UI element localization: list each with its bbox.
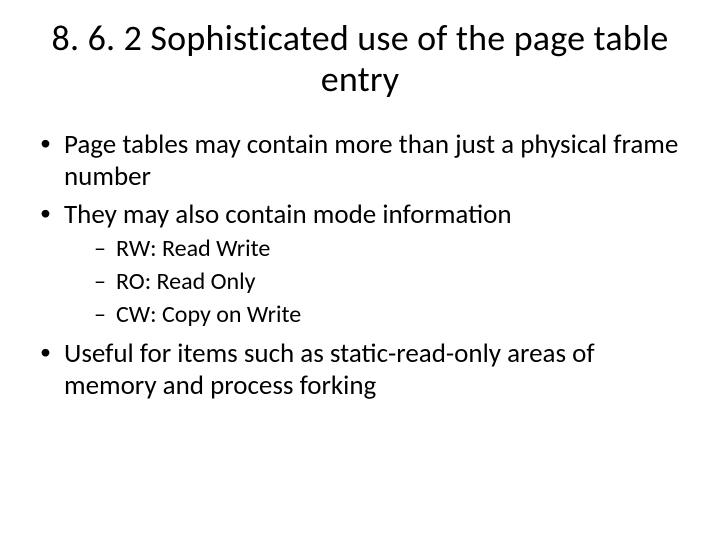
sub-bullet-item: RO: Read Only — [94, 267, 690, 297]
slide: 8. 6. 2 Sophisticated use of the page ta… — [0, 0, 720, 540]
sub-bullet-text: RO: Read Only — [116, 267, 256, 296]
sub-bullet-item: RW: Read Write — [94, 234, 690, 264]
bullet-list: Page tables may contain more than just a… — [36, 129, 690, 402]
bullet-text: Useful for items such as static-read-onl… — [64, 337, 595, 402]
sub-bullet-list: RW: Read Write RO: Read Only CW: Copy on… — [94, 234, 690, 330]
sub-bullet-text: CW: Copy on Write — [116, 300, 301, 329]
bullet-text: They may also contain mode information — [64, 198, 512, 231]
sub-bullet-item: CW: Copy on Write — [94, 300, 690, 330]
bullet-item: Page tables may contain more than just a… — [36, 129, 690, 193]
slide-title: 8. 6. 2 Sophisticated use of the page ta… — [30, 18, 690, 101]
sub-bullet-text: RW: Read Write — [116, 234, 270, 263]
bullet-item: Useful for items such as static-read-onl… — [36, 338, 690, 402]
bullet-item: They may also contain mode information R… — [36, 199, 690, 331]
bullet-text: Page tables may contain more than just a… — [64, 128, 678, 193]
